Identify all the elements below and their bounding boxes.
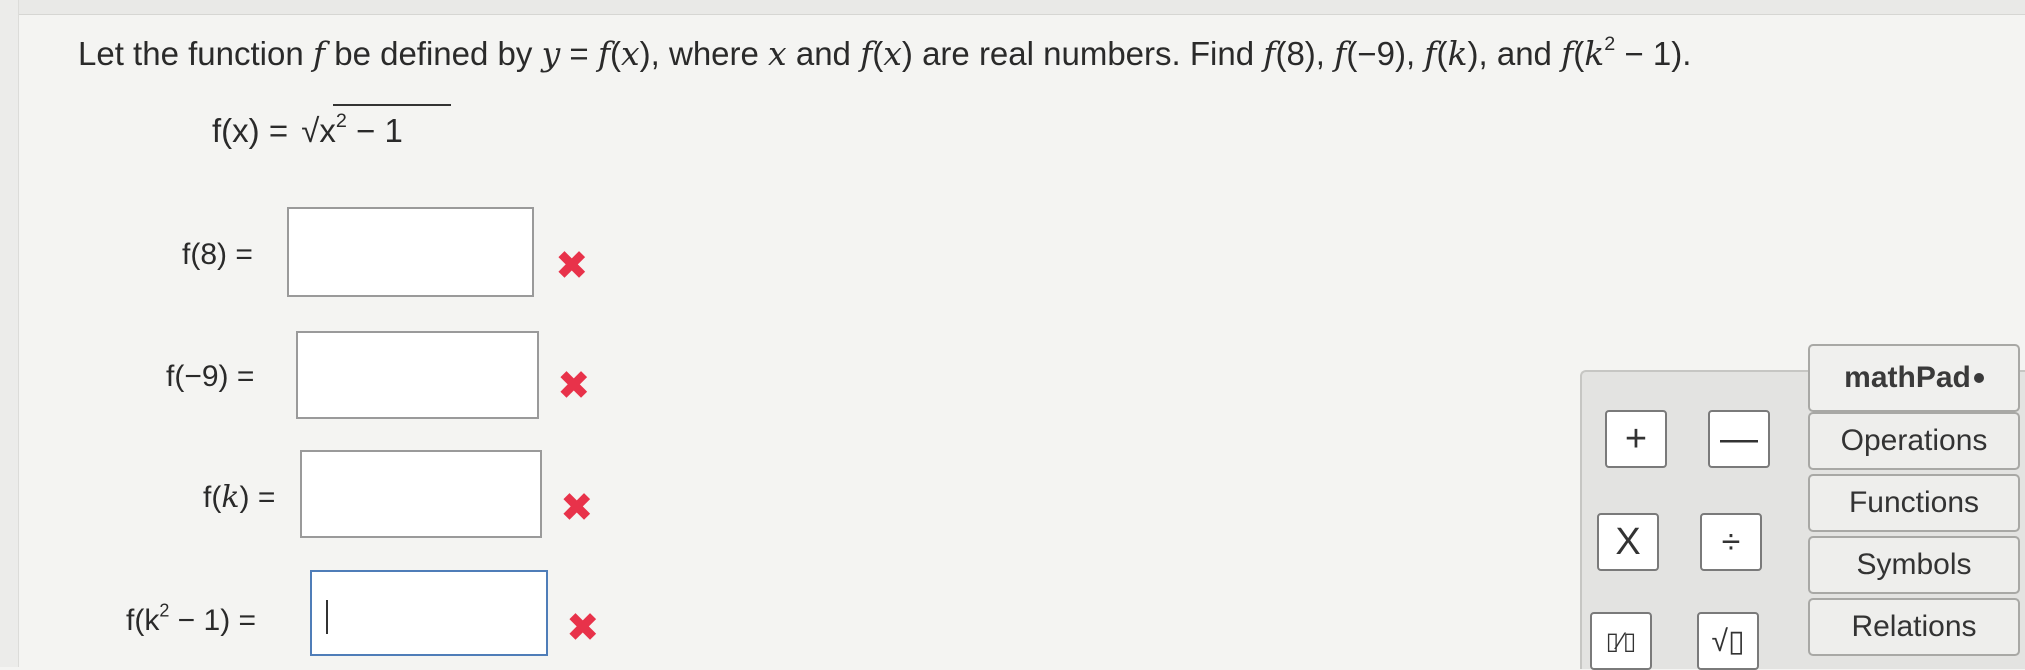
fk2-label: f(k2 − 1) = bbox=[126, 600, 257, 638]
fk-answer-input[interactable] bbox=[300, 450, 542, 538]
minus-key[interactable]: — bbox=[1708, 410, 1770, 468]
fk2-answer-input[interactable] bbox=[310, 570, 548, 656]
radical-bar bbox=[333, 104, 452, 106]
tab-functions[interactable]: Functions bbox=[1808, 474, 2020, 532]
multiply-key[interactable]: X bbox=[1597, 513, 1659, 571]
square-root: √ x2 − 1 bbox=[297, 104, 452, 150]
fk-label: f(k) = bbox=[203, 480, 276, 515]
tab-symbols[interactable]: Symbols bbox=[1808, 536, 2020, 594]
function-definition: f(x) = √ x2 − 1 bbox=[212, 104, 452, 150]
fm9-label: f(−9) = bbox=[166, 360, 255, 393]
text-caret bbox=[326, 600, 328, 634]
question-text: Let the function f be defined by y = f(x… bbox=[78, 33, 1692, 73]
f8-answer-input[interactable] bbox=[287, 207, 534, 297]
divide-key[interactable]: ÷ bbox=[1700, 513, 1762, 571]
fraction-key[interactable]: ▯⁄▯ bbox=[1590, 612, 1652, 670]
radical-sign-icon: √ bbox=[301, 112, 320, 149]
plus-key[interactable]: + bbox=[1605, 410, 1667, 468]
incorrect-x-icon: ✖ bbox=[557, 363, 591, 409]
sqrt-key[interactable]: √▯ bbox=[1697, 612, 1759, 670]
fm9-answer-input[interactable] bbox=[296, 331, 539, 419]
incorrect-x-icon: ✖ bbox=[560, 485, 594, 531]
mathpad-brand: math Pad bbox=[1808, 344, 2020, 412]
tab-operations[interactable]: Operations bbox=[1808, 412, 2020, 470]
incorrect-x-icon: ✖ bbox=[566, 605, 600, 651]
mathpad-tabs: math Pad Operations Functions Symbols Rel… bbox=[1808, 344, 2025, 667]
tab-relations[interactable]: Relations bbox=[1808, 598, 2020, 656]
f8-label: f(8) = bbox=[182, 238, 253, 271]
left-frame bbox=[0, 0, 19, 667]
incorrect-x-icon: ✖ bbox=[555, 243, 589, 289]
top-frame bbox=[0, 0, 2025, 15]
brand-dot-icon bbox=[1973, 373, 1984, 383]
